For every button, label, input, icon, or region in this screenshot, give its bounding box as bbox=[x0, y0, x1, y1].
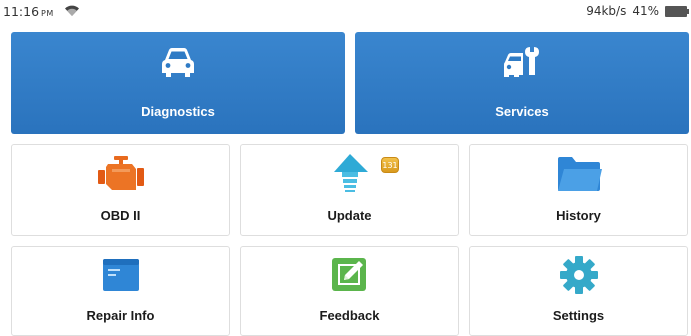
network-speed: 94kb/s bbox=[586, 4, 627, 18]
update-tile[interactable]: 131 Update bbox=[240, 144, 459, 236]
engine-icon bbox=[97, 156, 144, 190]
obd-tile[interactable]: OBD II bbox=[11, 144, 230, 236]
update-badge-count: 131 bbox=[382, 160, 398, 170]
upload-arrow-icon bbox=[333, 154, 368, 192]
battery-percent: 41% bbox=[632, 4, 659, 18]
history-tile[interactable]: History bbox=[469, 144, 688, 236]
status-bar: 11:16 PM 94kb/s 41% bbox=[0, 0, 691, 24]
status-right: 94kb/s 41% bbox=[586, 4, 689, 18]
battery-icon bbox=[665, 5, 689, 17]
history-label: History bbox=[556, 208, 601, 223]
folder-icon bbox=[557, 157, 602, 191]
car-wrench-icon bbox=[504, 47, 539, 77]
repair-info-label: Repair Info bbox=[86, 308, 155, 323]
services-label: Services bbox=[495, 104, 549, 119]
car-icon bbox=[162, 48, 194, 77]
diagnostics-tile[interactable]: Diagnostics bbox=[11, 32, 345, 134]
settings-tile[interactable]: Settings bbox=[469, 246, 688, 336]
feedback-label: Feedback bbox=[319, 308, 380, 323]
status-time: 11:16 PM bbox=[3, 4, 54, 19]
settings-label: Settings bbox=[552, 308, 605, 323]
update-badge: 131 bbox=[381, 157, 399, 173]
edit-icon bbox=[331, 258, 366, 291]
feedback-tile[interactable]: Feedback bbox=[240, 246, 459, 336]
services-tile[interactable]: Services bbox=[355, 32, 689, 134]
diagnostics-label: Diagnostics bbox=[141, 104, 215, 119]
document-icon bbox=[102, 259, 139, 291]
update-label: Update bbox=[327, 208, 372, 223]
obd-label: OBD II bbox=[100, 208, 141, 223]
wifi-icon bbox=[65, 5, 79, 17]
gear-icon bbox=[559, 256, 598, 294]
ampm-text: PM bbox=[41, 9, 54, 18]
time-text: 11:16 bbox=[3, 4, 40, 19]
repair-info-tile[interactable]: Repair Info bbox=[11, 246, 230, 336]
